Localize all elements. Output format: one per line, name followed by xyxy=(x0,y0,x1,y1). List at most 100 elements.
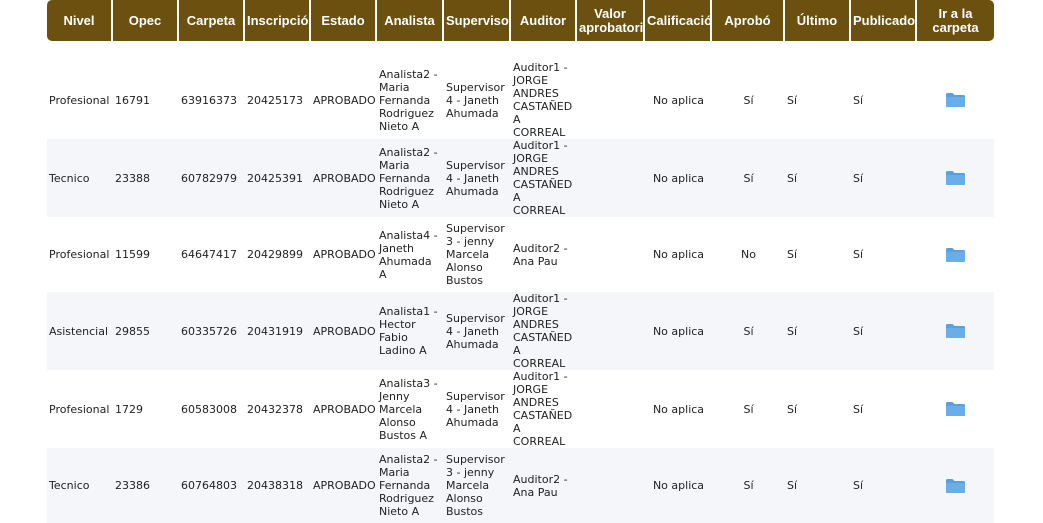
cell-analista: Analista2 - Maria Fernanda Rodriguez Nie… xyxy=(377,448,444,523)
header-supervisor[interactable]: Supervisor xyxy=(444,0,511,41)
cell-carpeta: 60583008 xyxy=(179,370,245,448)
cell-opec: 11599 xyxy=(113,217,179,292)
header-carpeta[interactable]: Carpeta xyxy=(179,0,245,41)
cell-aprobo: Sí xyxy=(712,370,785,448)
header-opec[interactable]: Opec xyxy=(113,0,179,41)
cell-opec: 1729 xyxy=(113,370,179,448)
header-nivel[interactable]: Nivel xyxy=(47,0,113,41)
cell-inscripcion: 20425173 xyxy=(245,61,311,139)
header-calificacion[interactable]: Calificación xyxy=(645,0,712,41)
cell-analista: Analista1 - Hector Fabio Ladino A xyxy=(377,292,444,370)
cell-inscripcion: 20438318 xyxy=(245,448,311,523)
table-row: Profesional 1729 60583008 20432378 APROB… xyxy=(47,370,994,448)
cell-carpeta: 60782979 xyxy=(179,139,245,217)
cell-ir-a-la-carpeta xyxy=(917,370,994,448)
cell-valor-aprobatorio xyxy=(577,139,645,217)
cell-opec: 23386 xyxy=(113,448,179,523)
cell-opec: 29855 xyxy=(113,292,179,370)
folder-icon[interactable] xyxy=(945,401,966,417)
cell-valor-aprobatorio xyxy=(577,448,645,523)
cell-inscripcion: 20431919 xyxy=(245,292,311,370)
cell-ultimo: Sí xyxy=(785,292,851,370)
cell-valor-aprobatorio xyxy=(577,292,645,370)
cell-calificacion: No aplica xyxy=(645,217,712,292)
cell-calificacion: No aplica xyxy=(645,61,712,139)
cell-nivel: Profesional xyxy=(47,217,113,292)
header-inscripcion[interactable]: Inscripción xyxy=(245,0,311,41)
cell-carpeta: 63916373 xyxy=(179,61,245,139)
header-spacer xyxy=(47,41,994,61)
cell-carpeta: 64647417 xyxy=(179,217,245,292)
header-ir-a-la-carpeta: Ir a la carpeta xyxy=(917,0,994,41)
cell-nivel: Tecnico xyxy=(47,139,113,217)
results-table: Nivel Opec Carpeta Inscripción Estado An… xyxy=(47,0,994,523)
cell-nivel: Profesional xyxy=(47,370,113,448)
folder-icon[interactable] xyxy=(945,478,966,494)
cell-calificacion: No aplica xyxy=(645,370,712,448)
cell-estado: APROBADO xyxy=(311,217,377,292)
cell-aprobo: Sí xyxy=(712,292,785,370)
cell-auditor: Auditor1 - JORGE ANDRES CASTAÑEDA CORREA… xyxy=(511,292,577,370)
cell-auditor: Auditor1 - JORGE ANDRES CASTAÑEDA CORREA… xyxy=(511,61,577,139)
cell-aprobo: Sí xyxy=(712,139,785,217)
cell-estado: APROBADO xyxy=(311,139,377,217)
table-row: Asistencial 29855 60335726 20431919 APRO… xyxy=(47,292,994,370)
cell-opec: 16791 xyxy=(113,61,179,139)
cell-supervisor: Supervisor3 - jenny Marcela Alonso Busto… xyxy=(444,217,511,292)
cell-supervisor: Supervisor4 - Janeth Ahumada xyxy=(444,370,511,448)
cell-publicado: Sí xyxy=(851,139,917,217)
cell-aprobo: Sí xyxy=(712,61,785,139)
header-ultimo[interactable]: Último xyxy=(785,0,851,41)
cell-publicado: Sí xyxy=(851,448,917,523)
cell-publicado: Sí xyxy=(851,370,917,448)
cell-calificacion: No aplica xyxy=(645,139,712,217)
cell-estado: APROBADO xyxy=(311,370,377,448)
header-aprobo[interactable]: Aprobó xyxy=(712,0,785,41)
cell-auditor: Auditor2 - Ana Pau xyxy=(511,448,577,523)
cell-carpeta: 60335726 xyxy=(179,292,245,370)
folder-icon[interactable] xyxy=(945,247,966,263)
cell-ultimo: Sí xyxy=(785,217,851,292)
cell-calificacion: No aplica xyxy=(645,292,712,370)
header-publicado[interactable]: Publicado xyxy=(851,0,917,41)
folder-icon[interactable] xyxy=(945,323,966,339)
cell-publicado: Sí xyxy=(851,61,917,139)
cell-valor-aprobatorio xyxy=(577,61,645,139)
cell-inscripcion: 20432378 xyxy=(245,370,311,448)
cell-ultimo: Sí xyxy=(785,448,851,523)
folder-icon[interactable] xyxy=(945,92,966,108)
cell-valor-aprobatorio xyxy=(577,217,645,292)
cell-inscripcion: 20429899 xyxy=(245,217,311,292)
cell-estado: APROBADO xyxy=(311,448,377,523)
cell-ultimo: Sí xyxy=(785,139,851,217)
folder-icon[interactable] xyxy=(945,170,966,186)
header-auditor[interactable]: Auditor xyxy=(511,0,577,41)
cell-supervisor: Supervisor3 - jenny Marcela Alonso Busto… xyxy=(444,448,511,523)
header-estado[interactable]: Estado xyxy=(311,0,377,41)
cell-ir-a-la-carpeta xyxy=(917,448,994,523)
cell-estado: APROBADO xyxy=(311,292,377,370)
cell-analista: Analista2 - Maria Fernanda Rodriguez Nie… xyxy=(377,61,444,139)
cell-ultimo: Sí xyxy=(785,370,851,448)
cell-carpeta: 60764803 xyxy=(179,448,245,523)
cell-auditor: Auditor1 - JORGE ANDRES CASTAÑEDA CORREA… xyxy=(511,139,577,217)
header-valor-aprobatorio[interactable]: Valor aprobatorio xyxy=(577,0,645,41)
cell-ir-a-la-carpeta xyxy=(917,61,994,139)
table-row: Profesional 11599 64647417 20429899 APRO… xyxy=(47,217,994,292)
cell-analista: Analista2 - Maria Fernanda Rodriguez Nie… xyxy=(377,139,444,217)
cell-supervisor: Supervisor4 - Janeth Ahumada xyxy=(444,61,511,139)
cell-nivel: Profesional xyxy=(47,61,113,139)
cell-supervisor: Supervisor4 - Janeth Ahumada xyxy=(444,139,511,217)
cell-opec: 23388 xyxy=(113,139,179,217)
header-analista[interactable]: Analista xyxy=(377,0,444,41)
cell-analista: Analista3 - Jenny Marcela Alonso Bustos … xyxy=(377,370,444,448)
cell-publicado: Sí xyxy=(851,217,917,292)
cell-ir-a-la-carpeta xyxy=(917,217,994,292)
cell-valor-aprobatorio xyxy=(577,370,645,448)
cell-calificacion: No aplica xyxy=(645,448,712,523)
results-table-container: Nivel Opec Carpeta Inscripción Estado An… xyxy=(47,0,994,523)
spacer-cell xyxy=(47,41,994,61)
table-header-row: Nivel Opec Carpeta Inscripción Estado An… xyxy=(47,0,994,41)
cell-estado: APROBADO xyxy=(311,61,377,139)
table-row: Profesional 16791 63916373 20425173 APRO… xyxy=(47,61,994,139)
